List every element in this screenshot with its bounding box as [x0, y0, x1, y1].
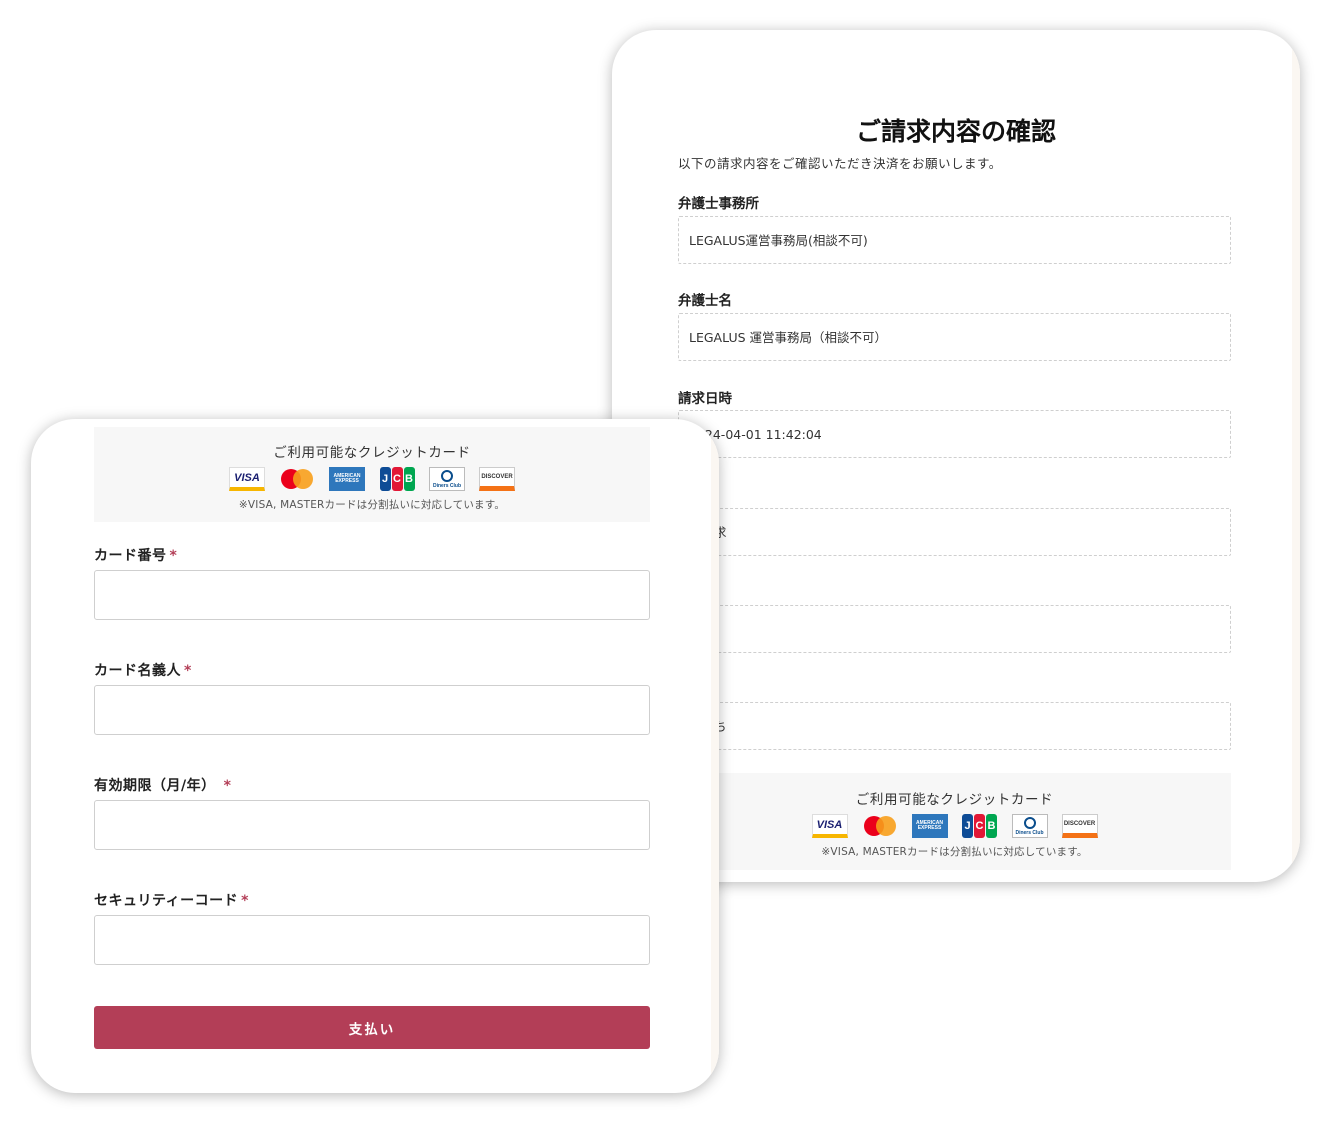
- security-code-label: セキュリティーコード *: [94, 893, 249, 909]
- lawyer-name-label: 弁護士名: [678, 293, 732, 309]
- diners-logo: Diners Club: [429, 467, 465, 491]
- expiry-label: 有効期限（月/年） *: [94, 778, 232, 794]
- pay-button[interactable]: 支払い: [94, 1006, 650, 1049]
- visa-logo: VISA: [811, 814, 848, 838]
- jcb-logo: JCB: [379, 467, 415, 491]
- law-firm-label: 弁護士事務所: [678, 196, 759, 212]
- invoice-date-field: 2024-04-01 11:42:04: [678, 410, 1231, 458]
- credit-card-panel-title: ご利用可能なクレジットカード: [855, 792, 1054, 808]
- visa-logo: VISA: [229, 467, 265, 491]
- card-holder-label: カード名義人 *: [94, 663, 192, 679]
- required-mark: *: [223, 778, 232, 794]
- amex-logo: AMERICAN EXPRESS: [329, 467, 365, 491]
- installment-note: ※VISA, MASTERカードは分割払いに対応しています。: [821, 846, 1088, 858]
- required-mark: *: [169, 548, 178, 564]
- invoice-title: ご請求内容の確認: [855, 117, 1056, 146]
- invoice-intro-text: 以下の請求内容をご確認いただき決済をお願いします。: [678, 156, 1002, 171]
- card-holder-input[interactable]: [94, 685, 650, 735]
- card-number-input[interactable]: [94, 570, 650, 620]
- mastercard-logo: [279, 467, 315, 491]
- invoice-amount-field: [678, 605, 1231, 653]
- required-mark: *: [184, 663, 192, 679]
- installment-note: ※VISA, MASTERカードは分割払いに対応しています。: [238, 499, 506, 511]
- lawyer-name-field: LEGALUS 運営事務局（相談不可）: [678, 313, 1231, 361]
- credit-card-info-panel-payment: ご利用可能なクレジットカード VISA AMERICAN EXPRESS JCB…: [94, 427, 650, 522]
- amex-logo: AMERICAN EXPRESS: [911, 814, 948, 838]
- jcb-logo: JCB: [962, 814, 998, 838]
- invoice-status-field: い待ち: [678, 702, 1231, 750]
- discover-logo: DISCOVER: [1061, 814, 1098, 838]
- card-logos: VISA AMERICAN EXPRESS JCB Diners Club DI…: [94, 467, 650, 491]
- card-number-label: カード番号 *: [94, 548, 178, 564]
- mastercard-logo: [862, 814, 898, 838]
- expiry-input[interactable]: [94, 800, 650, 850]
- credit-card-panel-title: ご利用可能なクレジットカード: [273, 445, 471, 461]
- law-firm-field: LEGALUS運営事務局(相談不可): [678, 216, 1231, 264]
- credit-card-info-panel: ご利用可能なクレジットカード VISA AMERICAN EXPRESS JCB…: [678, 773, 1231, 870]
- diners-logo: Diners Club: [1011, 814, 1048, 838]
- invoice-type-field: ト請求: [678, 508, 1231, 556]
- invoice-date-label: 請求日時: [678, 391, 732, 407]
- card-logos: VISA AMERICAN EXPRESS JCB Diners Club DI…: [678, 814, 1231, 838]
- security-code-input[interactable]: [94, 915, 650, 965]
- payment-form-card: ご利用可能なクレジットカード VISA AMERICAN EXPRESS JCB…: [31, 419, 719, 1093]
- required-mark: *: [241, 893, 249, 909]
- discover-logo: DISCOVER: [479, 467, 515, 491]
